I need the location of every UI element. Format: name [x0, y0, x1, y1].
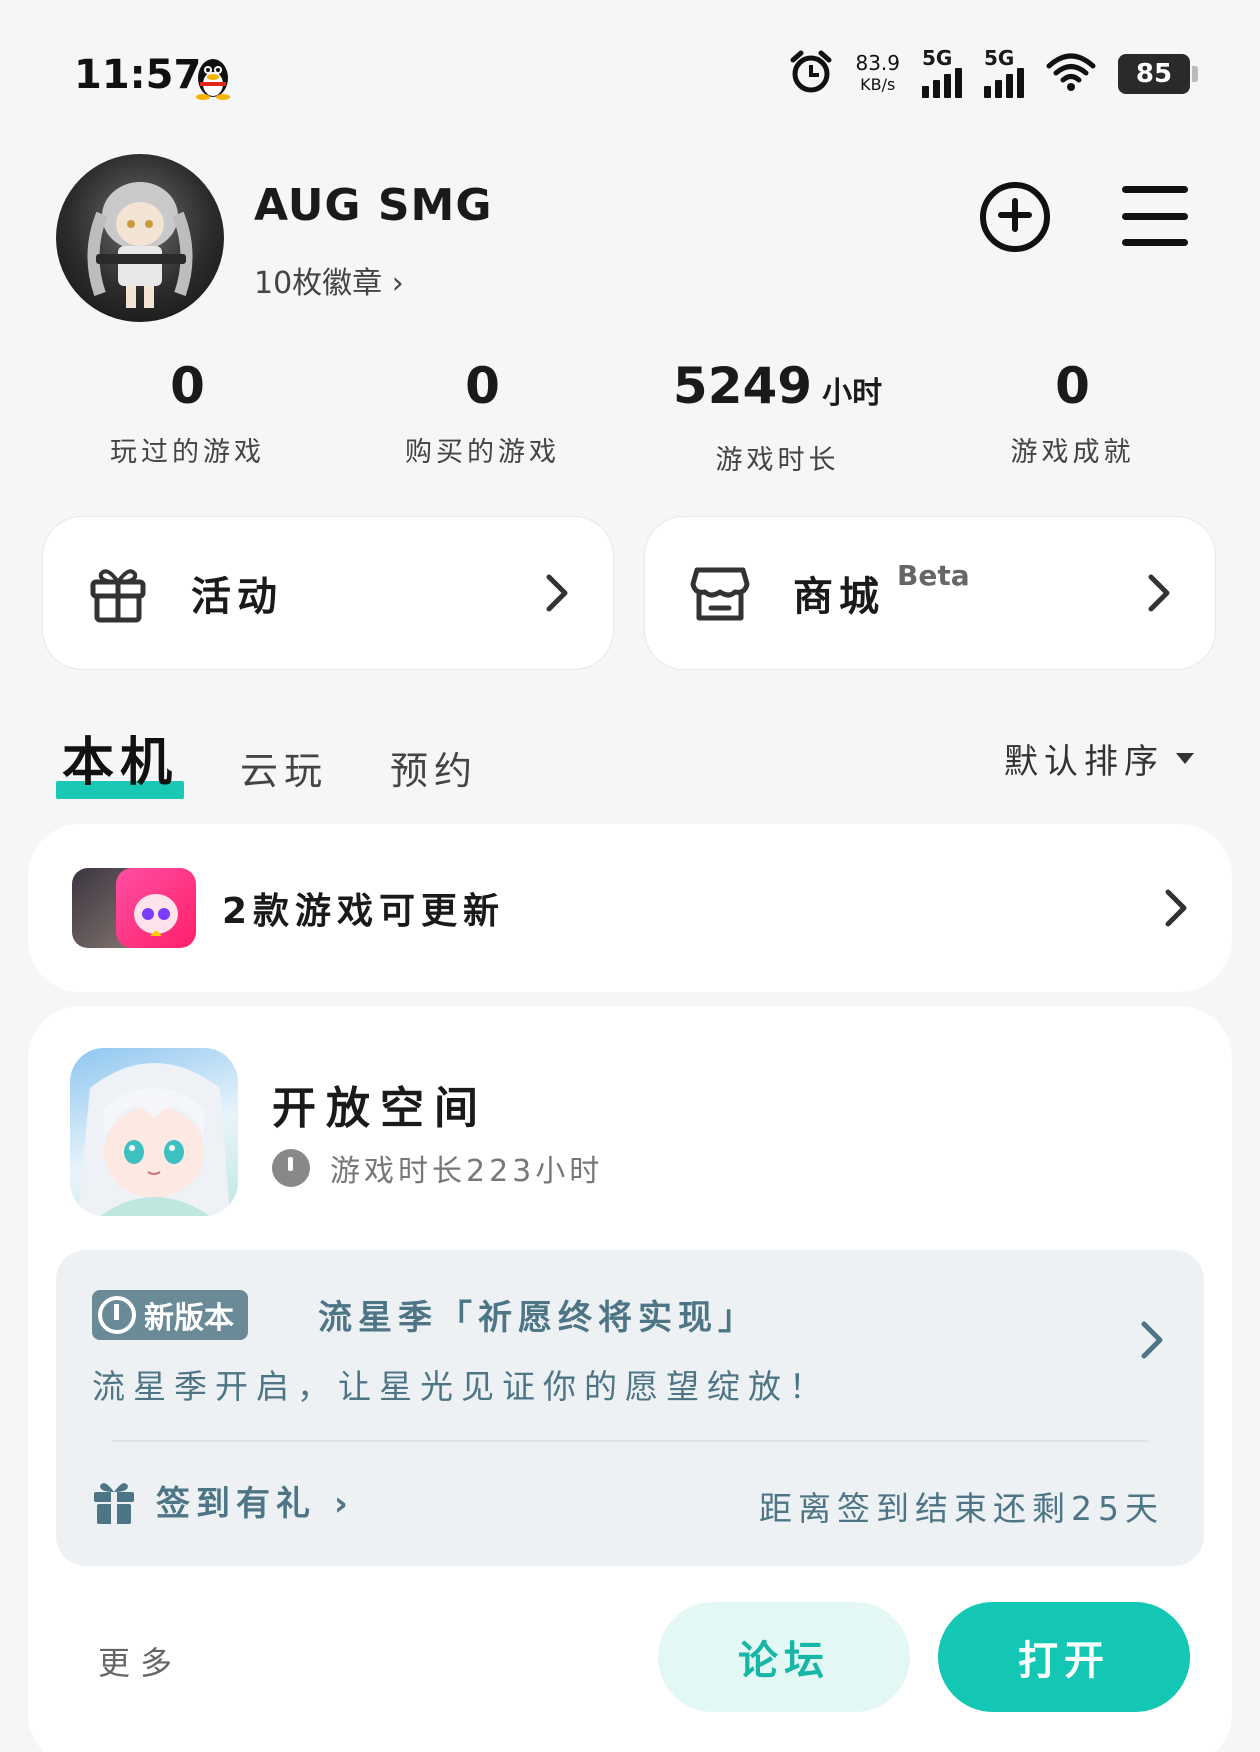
- stat-play-time[interactable]: 5249 小时 游戏时长: [630, 356, 925, 477]
- username: AUG SMG: [254, 180, 493, 231]
- stat-value: 5249: [672, 357, 813, 415]
- qq-notification-icon: [192, 54, 234, 100]
- signal-icon-sim1: 5G: [922, 46, 962, 98]
- power-icon: [98, 1296, 136, 1334]
- plus-icon: [998, 198, 1032, 236]
- sim2-label: 5G: [984, 46, 1015, 70]
- tab-label: 云玩: [240, 749, 329, 793]
- network-speed: 83.9 KB/s: [855, 52, 900, 96]
- tab-reservation[interactable]: 预约: [390, 740, 478, 795]
- signal-icon-sim2: 5G: [984, 46, 1024, 98]
- tab-cloud[interactable]: 云玩: [240, 740, 328, 795]
- user-avatar[interactable]: [56, 154, 224, 322]
- game-card: 开放空间 游戏时长223小时 新版本 流星季「祈愿终将实现」 流星季开启，让星光…: [28, 1006, 1232, 1752]
- stat-played-games[interactable]: 0 玩过的游戏: [40, 356, 335, 477]
- stat-label: 购买的游戏: [405, 437, 560, 468]
- new-version-badge: 新版本: [92, 1290, 248, 1340]
- beta-badge: Beta: [897, 558, 970, 592]
- library-tabs: 本机 云玩 预约: [56, 720, 478, 799]
- stat-value: 0: [1055, 357, 1090, 415]
- more-link[interactable]: 更多: [98, 1638, 182, 1684]
- alarm-icon: [789, 50, 833, 98]
- updates-card[interactable]: 2款游戏可更新: [28, 824, 1232, 992]
- news-title: 流星季「祈愿终将实现」: [318, 1298, 758, 1338]
- shop-card[interactable]: 商城 Beta: [644, 516, 1216, 670]
- checkin-link[interactable]: 签到有礼 ›: [92, 1476, 354, 1525]
- open-button[interactable]: 打开: [938, 1602, 1190, 1712]
- gift-icon: [92, 1478, 136, 1524]
- news-description: 流星季开启，让星光见证你的愿望绽放！: [92, 1367, 830, 1406]
- stat-unit: 小时: [822, 376, 883, 411]
- status-icons: 83.9 KB/s 5G 5G 85: [789, 46, 1198, 98]
- updates-text: 2款游戏可更新: [222, 891, 506, 932]
- tab-label: 本机: [62, 733, 179, 793]
- battery-indicator: 85: [1118, 54, 1198, 94]
- update-game-icons: [72, 868, 202, 948]
- menu-icon[interactable]: [1122, 186, 1188, 246]
- shop-label: 商城: [793, 574, 885, 620]
- sort-label: 默认排序: [1004, 742, 1164, 782]
- wifi-icon: [1046, 52, 1096, 96]
- activity-card[interactable]: 活动: [42, 516, 614, 670]
- caret-down-icon: [1176, 753, 1194, 764]
- chevron-right-icon: [1164, 888, 1188, 928]
- speed-unit: KB/s: [860, 75, 896, 94]
- checkin-remaining: 距离签到结束还剩25天: [759, 1489, 1164, 1528]
- tab-local[interactable]: 本机: [56, 720, 185, 799]
- stat-value: 0: [465, 357, 500, 415]
- game-play-time: 游戏时长223小时: [272, 1146, 603, 1190]
- stat-value: 0: [170, 357, 205, 415]
- chevron-right-icon: [1147, 573, 1171, 613]
- stat-achievements[interactable]: 0 游戏成就: [925, 356, 1220, 477]
- game-icon[interactable]: [70, 1048, 238, 1216]
- stopwatch-icon: [272, 1149, 310, 1187]
- play-time-text: 游戏时长223小时: [330, 1154, 604, 1189]
- stat-label: 玩过的游戏: [110, 437, 265, 468]
- sim1-label: 5G: [922, 46, 953, 70]
- activity-label: 活动: [191, 574, 283, 620]
- stat-purchased-games[interactable]: 0 购买的游戏: [335, 356, 630, 477]
- divider: [112, 1440, 1148, 1442]
- add-button[interactable]: [980, 182, 1050, 252]
- badges-link[interactable]: 10枚徽章 ›: [254, 258, 404, 302]
- stat-label: 游戏成就: [1010, 437, 1135, 468]
- status-time: 11:57: [74, 52, 202, 98]
- gift-icon: [87, 562, 149, 624]
- sort-dropdown[interactable]: 默认排序: [1004, 734, 1194, 783]
- store-icon: [689, 562, 751, 624]
- news-panel[interactable]: 新版本 流星季「祈愿终将实现」 流星季开启，让星光见证你的愿望绽放！ 签到有礼 …: [56, 1250, 1204, 1566]
- chevron-right-icon: [545, 573, 569, 613]
- speed-value: 83.9: [855, 51, 900, 75]
- game-title: 开放空间: [272, 1083, 488, 1134]
- stat-label: 游戏时长: [715, 445, 840, 476]
- tab-label: 预约: [390, 749, 479, 793]
- forum-button[interactable]: 论坛: [658, 1602, 910, 1712]
- chevron-right-icon: [1140, 1320, 1164, 1364]
- badge-label: 新版本: [144, 1301, 234, 1336]
- game-thumbnail: [116, 868, 196, 948]
- checkin-label: 签到有礼 ›: [156, 1484, 354, 1524]
- stats-row: 0 玩过的游戏 0 购买的游戏 5249 小时 游戏时长 0 游戏成就: [40, 356, 1220, 477]
